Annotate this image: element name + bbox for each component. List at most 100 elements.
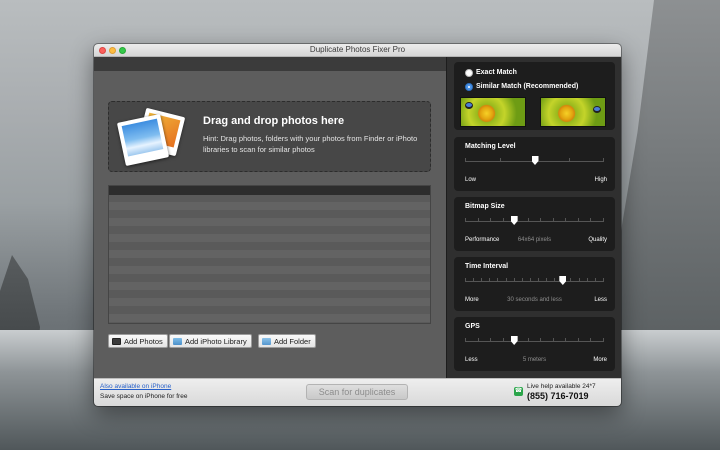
gps-value: 5 meters xyxy=(522,357,547,363)
drop-zone-hint: Hint: Drag photos, folders with your pho… xyxy=(203,134,418,154)
file-list[interactable] xyxy=(108,185,431,324)
time-interval-card: Time Interval More 30 seconds and less L… xyxy=(454,257,615,311)
match-mode-card: Exact Match Similar Match (Recommended) xyxy=(454,62,615,130)
slider-tick xyxy=(489,278,491,281)
gps-track[interactable] xyxy=(465,341,604,342)
slider-tick xyxy=(594,278,596,281)
slider-tick xyxy=(540,338,542,341)
slider-tick xyxy=(590,218,592,221)
settings-panel: Exact Match Similar Match (Recommended) … xyxy=(446,57,621,378)
slider-tick xyxy=(554,278,556,281)
slider-tick xyxy=(465,218,466,221)
app-window: Duplicate Photos Fixer Pro Drag and drop… xyxy=(94,44,621,406)
slider-tick xyxy=(578,278,580,281)
add-photos-button[interactable]: Add Photos xyxy=(108,334,168,348)
slider-tick xyxy=(603,158,604,161)
bitmap-size-ticks xyxy=(465,218,604,221)
iphone-app-subtitle: Save space on iPhone for free xyxy=(100,393,188,400)
time-interval-track[interactable] xyxy=(465,281,604,282)
time-interval-ticks xyxy=(465,278,604,281)
slider-tick xyxy=(546,278,548,281)
sample-image-2 xyxy=(540,97,606,127)
bitmap-size-max: Quality xyxy=(588,237,607,243)
left-panel: Drag and drop photos here Hint: Drag pho… xyxy=(94,57,446,378)
slider-tick xyxy=(513,278,515,281)
slider-tick xyxy=(527,338,529,341)
matching-level-min: Low xyxy=(465,177,477,183)
slider-tick xyxy=(465,278,466,281)
phone-icon: ☎ xyxy=(514,387,523,396)
matching-level-slider[interactable] xyxy=(531,156,539,165)
slider-tick xyxy=(505,278,507,281)
slider-tick xyxy=(590,338,592,341)
photos-icon xyxy=(112,337,121,345)
slider-tick xyxy=(502,338,504,341)
window-title: Duplicate Photos Fixer Pro xyxy=(309,45,406,54)
similar-match-radio[interactable] xyxy=(465,83,473,91)
gps-max: More xyxy=(593,357,607,363)
slider-tick xyxy=(586,278,588,281)
slider-tick xyxy=(529,278,531,281)
slider-tick xyxy=(602,338,604,341)
exact-match-radio[interactable] xyxy=(465,69,473,77)
slider-tick xyxy=(577,218,579,221)
slider-tick xyxy=(552,338,554,341)
gps-title: GPS xyxy=(465,323,480,330)
folder-icon xyxy=(262,337,271,345)
butterfly-icon xyxy=(465,102,473,109)
time-interval-slider[interactable] xyxy=(559,276,567,285)
gps-ticks xyxy=(465,338,604,341)
slider-tick xyxy=(602,278,604,281)
time-interval-value: 30 seconds and less xyxy=(507,297,562,303)
exact-match-label[interactable]: Exact Match xyxy=(476,69,517,76)
slider-tick xyxy=(568,158,570,161)
slider-tick xyxy=(602,218,604,221)
slider-tick xyxy=(537,278,539,281)
live-help-label: Live help available 24*7 xyxy=(527,383,596,390)
slider-tick xyxy=(497,278,499,281)
similar-match-label[interactable]: Similar Match (Recommended) xyxy=(476,83,578,90)
bitmap-size-slider[interactable] xyxy=(510,216,518,225)
slider-tick xyxy=(540,218,542,221)
title-bar: Duplicate Photos Fixer Pro xyxy=(94,44,621,57)
slider-tick xyxy=(499,158,501,161)
drop-zone[interactable]: Drag and drop photos here Hint: Drag pho… xyxy=(108,101,431,172)
slider-tick xyxy=(565,218,567,221)
slider-tick xyxy=(477,218,479,221)
slider-tick xyxy=(490,218,492,221)
slider-tick xyxy=(481,278,483,281)
gps-slider[interactable] xyxy=(510,336,518,345)
add-folder-button[interactable]: Add Folder xyxy=(258,334,316,348)
slider-tick xyxy=(577,338,579,341)
sample-image-1 xyxy=(460,97,526,127)
slider-tick xyxy=(570,278,572,281)
slider-tick xyxy=(521,278,523,281)
slider-tick xyxy=(552,218,554,221)
gps-card: GPS Less 5 meters More xyxy=(454,317,615,371)
add-iphoto-library-button[interactable]: Add iPhoto Library xyxy=(169,334,252,348)
background-rock-right xyxy=(610,0,720,330)
drop-zone-title: Drag and drop photos here xyxy=(203,115,345,127)
iphone-app-link[interactable]: Also available on iPhone xyxy=(100,383,171,390)
slider-tick xyxy=(477,338,479,341)
matching-level-card: Matching Level Low High xyxy=(454,137,615,191)
bitmap-size-card: Bitmap Size Performance 64x64 pixels Qua… xyxy=(454,197,615,251)
bottom-bar: Also available on iPhone Save space on i… xyxy=(94,378,621,406)
slider-tick xyxy=(527,218,529,221)
photos-stack-icon xyxy=(116,107,186,168)
scan-for-duplicates-button[interactable]: Scan for duplicates xyxy=(306,384,408,400)
add-photos-label: Add Photos xyxy=(124,336,163,346)
add-iphoto-label: Add iPhoto Library xyxy=(185,336,247,346)
file-list-header xyxy=(109,186,430,195)
matching-level-title: Matching Level xyxy=(465,143,516,150)
slider-tick xyxy=(465,338,466,341)
slider-tick xyxy=(502,218,504,221)
add-folder-label: Add Folder xyxy=(274,336,311,346)
slider-tick xyxy=(473,278,475,281)
time-interval-title: Time Interval xyxy=(465,263,509,270)
bitmap-size-track[interactable] xyxy=(465,221,604,222)
matching-level-max: High xyxy=(594,177,607,183)
bitmap-size-title: Bitmap Size xyxy=(465,203,505,210)
help-phone-number: (855) 716-7019 xyxy=(527,391,589,401)
slider-tick xyxy=(465,158,466,161)
